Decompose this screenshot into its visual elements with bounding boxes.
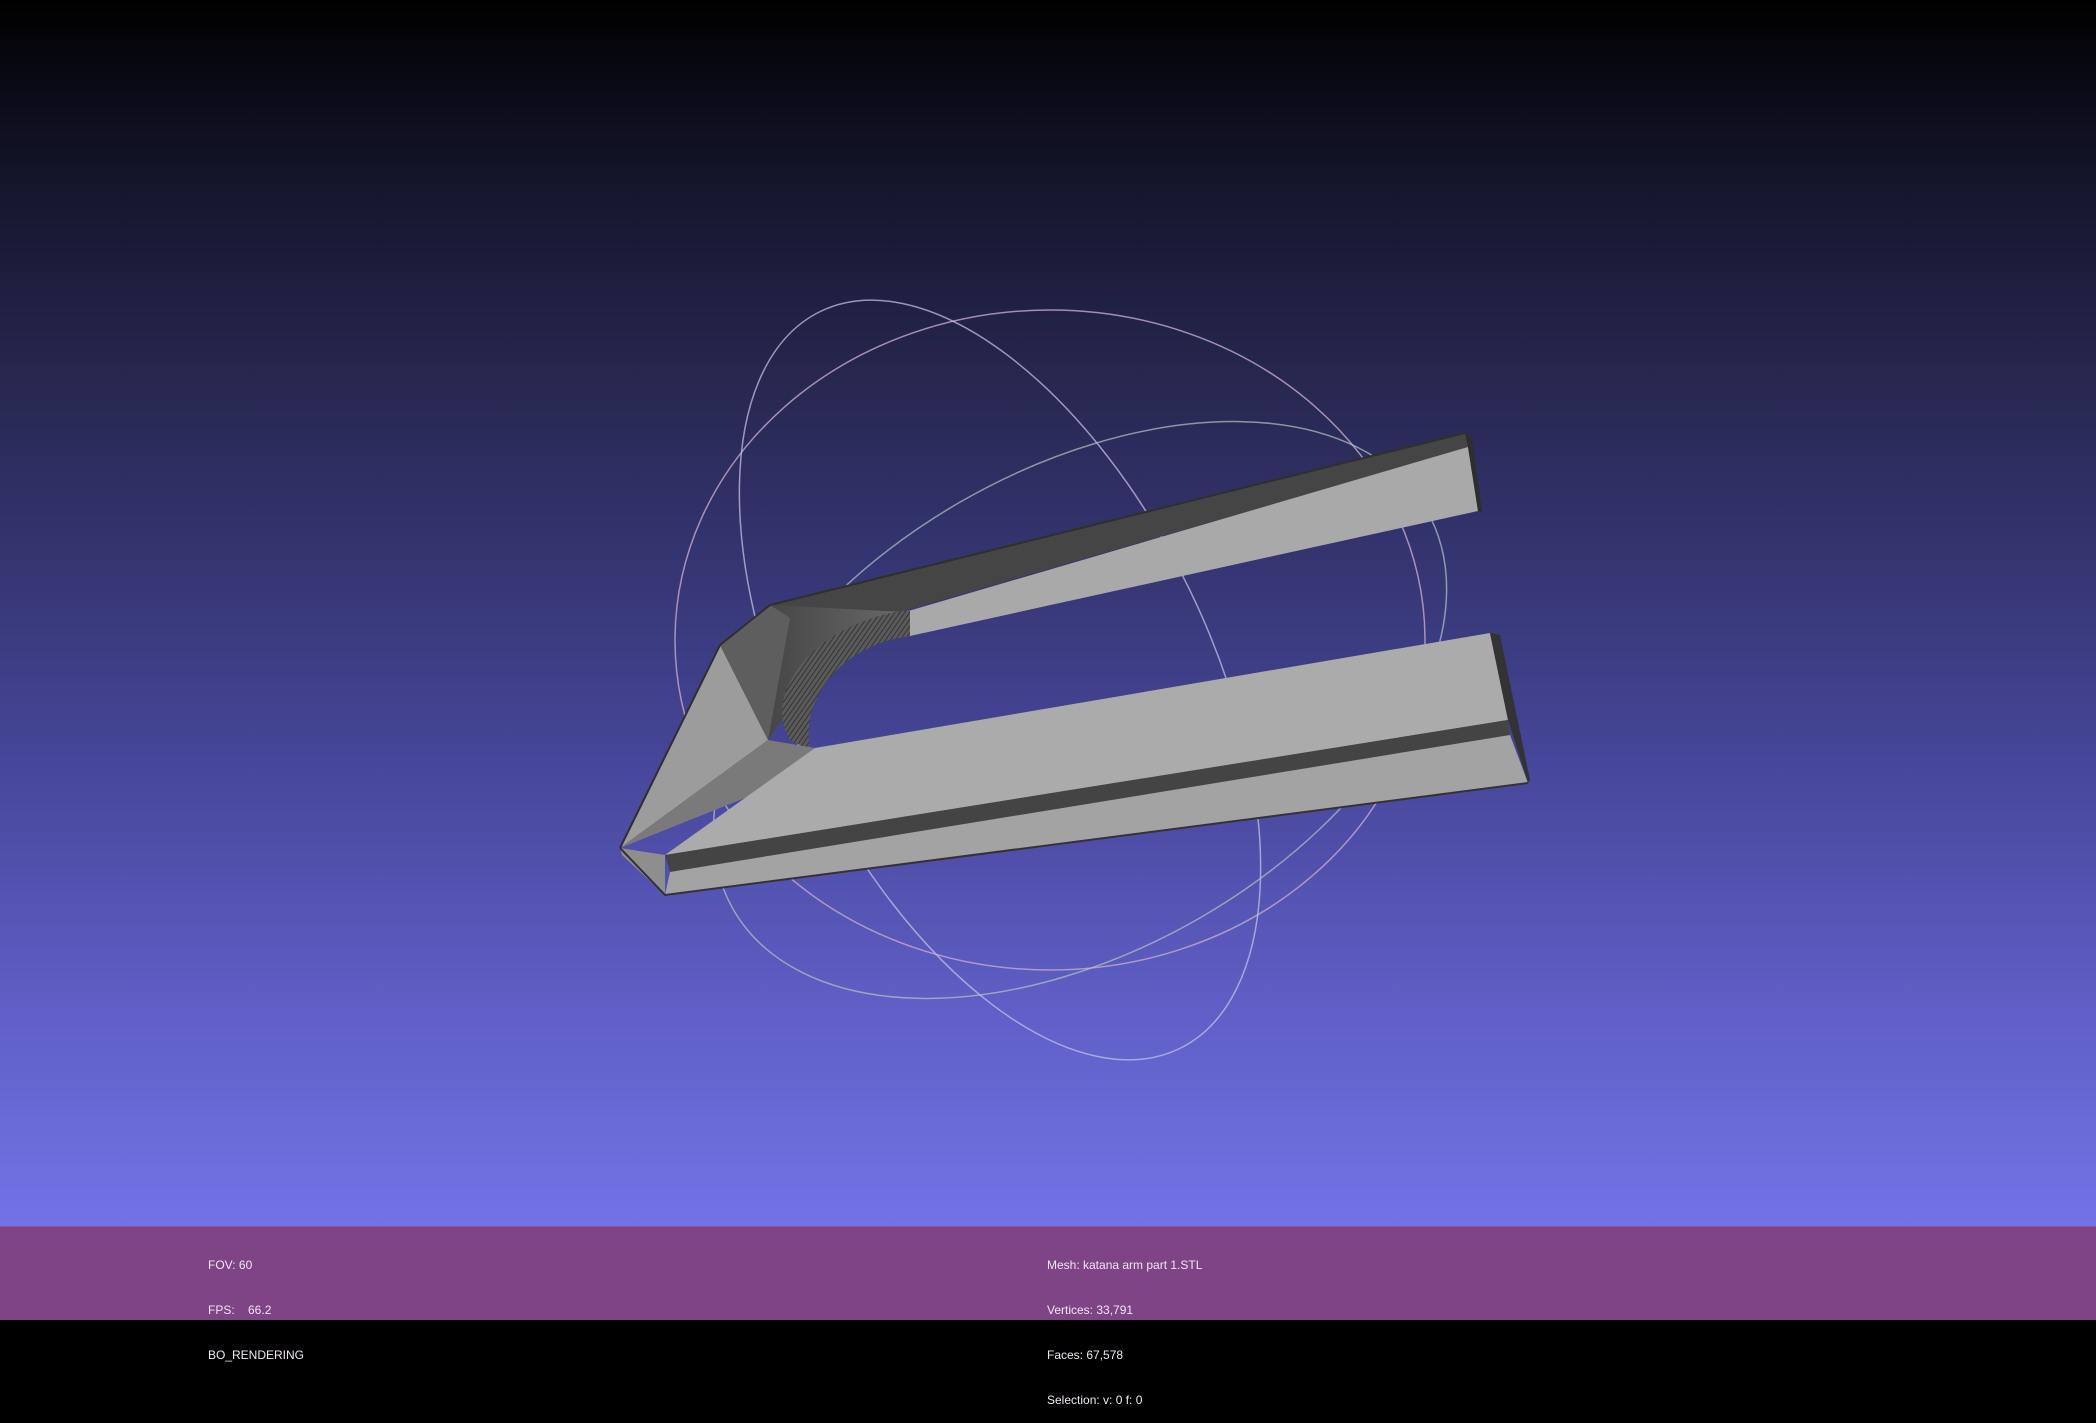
mesh-model[interactable]: [619, 432, 1530, 897]
render-mode-label: BO_RENDERING: [208, 1348, 305, 1362]
mesh-info-panel: Mesh: katana arm part 1.STL Vertices: 33…: [1047, 1228, 1202, 1423]
render-info-panel: FOV: 60 FPS: 66.2 BO_RENDERING: [208, 1228, 304, 1378]
scene-canvas[interactable]: [0, 0, 2096, 1226]
mesh-name-label: Mesh: katana arm part 1.STL: [1047, 1258, 1203, 1272]
selection-label: Selection: v: 0 f: 0: [1047, 1393, 1143, 1407]
fov-label: FOV: 60: [208, 1258, 253, 1272]
vertices-label: Vertices: 33,791: [1047, 1303, 1134, 1317]
faces-label: Faces: 67,578: [1047, 1348, 1124, 1362]
fps-label: FPS: 66.2: [208, 1303, 272, 1317]
3d-viewport[interactable]: [0, 0, 2096, 1226]
upper-arm-top-face: [905, 447, 1478, 636]
